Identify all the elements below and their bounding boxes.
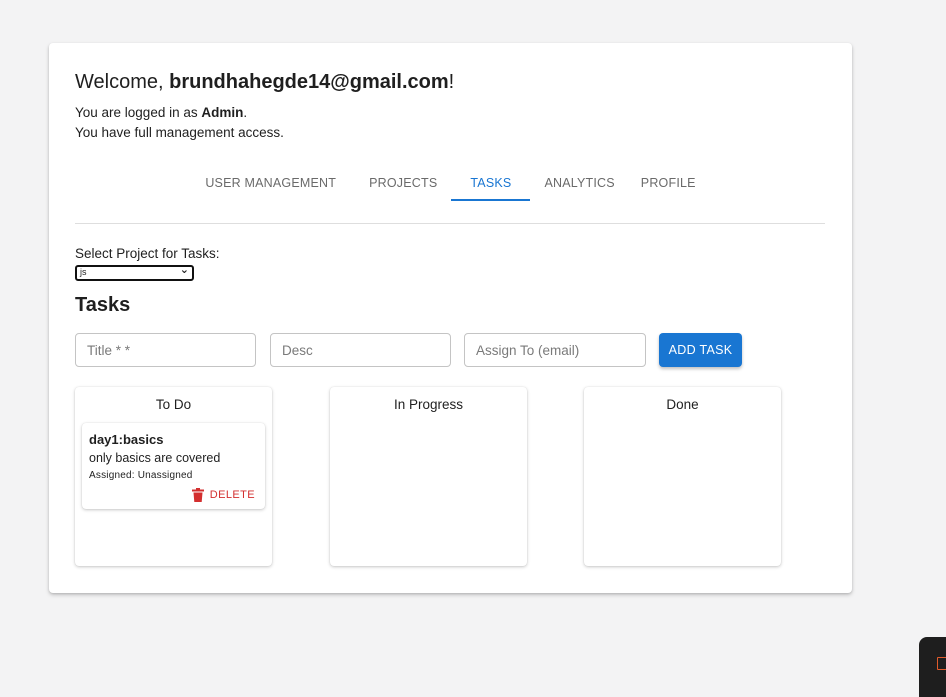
grid-icon <box>937 657 946 670</box>
overlay-widget[interactable] <box>919 637 946 697</box>
column-title: To Do <box>155 397 192 412</box>
delete-label: DELETE <box>209 489 255 501</box>
task-card[interactable]: day1:basics only basics are covered Assi… <box>82 423 265 509</box>
tab-analytics[interactable]: ANALYTICS <box>531 165 627 201</box>
project-select-value: js <box>80 267 87 277</box>
delete-task-button[interactable]: DELETE <box>191 487 255 503</box>
tab-projects[interactable]: PROJECTS <box>356 165 450 201</box>
project-select[interactable]: js ⌄ <box>75 265 194 281</box>
column-done: Done <box>584 387 781 566</box>
project-select-label: Select Project for Tasks: <box>75 246 220 261</box>
welcome-heading: Welcome, brundhahegde14@gmail.com! <box>75 71 454 94</box>
column-title: In Progress <box>393 397 464 412</box>
trash-icon <box>191 488 204 502</box>
task-title-input[interactable] <box>75 333 256 367</box>
tabs-divider <box>75 223 825 224</box>
tab-tasks[interactable]: TASKS <box>451 165 531 201</box>
role-text: You are logged in as Admin. <box>75 105 247 120</box>
task-title: day1:basics <box>89 432 164 447</box>
column-in-progress: In Progress <box>330 387 527 566</box>
access-text: You have full management access. <box>75 125 284 140</box>
tab-user-management[interactable]: USER MANAGEMENT <box>192 165 349 201</box>
chevron-down-icon: ⌄ <box>179 264 189 276</box>
welcome-prefix: Welcome, <box>75 71 170 93</box>
tasks-heading: Tasks <box>75 294 131 316</box>
role-value: Admin <box>201 105 244 120</box>
user-email: brundhahegde14@gmail.com <box>169 71 449 93</box>
dashboard-card: Welcome, brundhahegde14@gmail.com! You a… <box>49 43 852 593</box>
column-todo: To Do day1:basics only basics are covere… <box>75 387 272 566</box>
role-prefix: You are logged in as <box>75 105 202 120</box>
task-description: only basics are covered <box>89 451 221 465</box>
column-title: Done <box>666 397 699 412</box>
task-assign-input[interactable] <box>464 333 646 367</box>
welcome-suffix: ! <box>448 71 455 93</box>
nav-tabs: USER MANAGEMENT PROJECTS TASKS ANALYTICS… <box>49 165 852 203</box>
role-suffix: . <box>243 105 248 120</box>
task-desc-input[interactable] <box>270 333 451 367</box>
task-assigned: Assigned: Unassigned <box>89 470 193 481</box>
add-task-button[interactable]: ADD TASK <box>659 333 742 367</box>
tab-profile[interactable]: PROFILE <box>628 165 709 201</box>
